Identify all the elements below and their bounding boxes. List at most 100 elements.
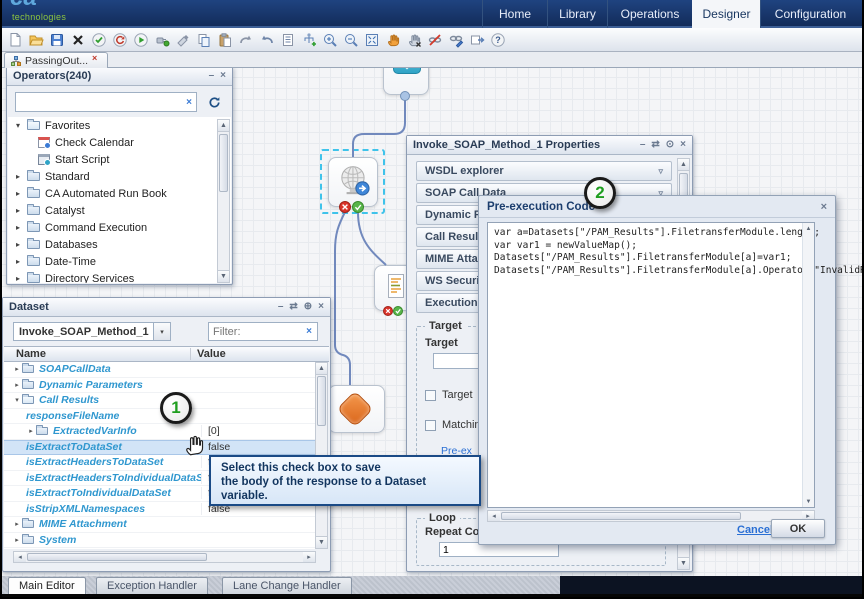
- expand-icon[interactable]: ▸: [16, 189, 27, 198]
- collapse-icon[interactable]: ▾: [12, 396, 22, 404]
- export-button[interactable]: [466, 29, 487, 50]
- scroll-left-icon[interactable]: ◂: [488, 511, 500, 521]
- zoom-in-button[interactable]: [319, 29, 340, 50]
- scroll-right-icon[interactable]: ▸: [303, 552, 315, 562]
- close-dialog-icon[interactable]: ×: [821, 201, 827, 213]
- scroll-down-icon[interactable]: ▼: [678, 557, 689, 569]
- tree-item-directory-services[interactable]: ▸Directory Services: [8, 270, 231, 283]
- scroll-down-icon[interactable]: ▼: [316, 536, 327, 548]
- expand-icon[interactable]: ▸: [12, 536, 22, 544]
- scroll-down-icon[interactable]: ▼: [803, 496, 814, 507]
- expand-icon[interactable]: ▸: [16, 172, 27, 181]
- pin-icon[interactable]: ⊙: [666, 140, 674, 150]
- column-header-value[interactable]: Value: [190, 348, 226, 360]
- expand-icon[interactable]: ▸: [12, 381, 22, 389]
- paste-button[interactable]: [214, 29, 235, 50]
- nav-tab-designer[interactable]: Designer: [692, 0, 760, 28]
- tab-exception-handler[interactable]: Exception Handler: [96, 577, 208, 594]
- scroll-up-icon[interactable]: ▲: [678, 159, 689, 171]
- dataset-horizontal-scrollbar[interactable]: ◂ ▸: [13, 551, 316, 563]
- connect-button[interactable]: [151, 29, 172, 50]
- operators-search-input[interactable]: [16, 94, 182, 110]
- cancel-link[interactable]: Cancel: [737, 524, 773, 536]
- scroll-up-icon[interactable]: ▲: [316, 363, 327, 375]
- expand-icon[interactable]: ▸: [26, 427, 36, 435]
- minimize-icon[interactable]: –: [640, 140, 646, 150]
- expand-icon[interactable]: ▸: [16, 240, 27, 249]
- section-wsdl-explorer[interactable]: WSDL explorer▿: [416, 161, 672, 181]
- operators-scrollbar[interactable]: ▲ ▼: [217, 119, 230, 283]
- operator-node[interactable]: [328, 385, 385, 433]
- dialog-title-bar[interactable]: Pre-execution Code ×: [479, 196, 835, 218]
- clear-filter-icon[interactable]: ×: [301, 326, 317, 337]
- start-node[interactable]: [383, 66, 429, 95]
- expand-icon[interactable]: ▸: [12, 365, 22, 373]
- nav-tab-operations[interactable]: Operations: [607, 0, 692, 28]
- dataset-row-dynamic-parameters[interactable]: ▸Dynamic Parameters: [4, 378, 316, 394]
- disable-connector-button[interactable]: [424, 29, 445, 50]
- open-button[interactable]: [25, 29, 46, 50]
- scroll-left-icon[interactable]: ◂: [14, 552, 26, 562]
- dataset-row-mime-attachment[interactable]: ▸MIME Attachment: [4, 517, 316, 533]
- scroll-up-icon[interactable]: ▲: [218, 120, 229, 132]
- nav-tab-library[interactable]: Library: [547, 0, 607, 28]
- undock-icon[interactable]: ⇄: [651, 140, 659, 150]
- refresh-button[interactable]: [203, 92, 225, 112]
- dataset-row-soapcalldata[interactable]: ▸SOAPCallData: [4, 362, 316, 378]
- run-button[interactable]: [130, 29, 151, 50]
- tree-item-favorites[interactable]: ▾Favorites: [8, 117, 231, 134]
- dataset-row-extractedvarinfo[interactable]: ▸ExtractedVarInfo[0]: [4, 424, 316, 440]
- select-button[interactable]: [403, 29, 424, 50]
- help-button[interactable]: ?: [487, 29, 508, 50]
- nav-tab-home[interactable]: Home: [482, 0, 547, 28]
- code-text[interactable]: var a=Datasets["/PAM_Results"].Filetrans…: [488, 223, 814, 281]
- expand-icon[interactable]: ▸: [16, 257, 27, 266]
- expand-icon[interactable]: ▸: [16, 274, 27, 283]
- filter-input[interactable]: [209, 326, 301, 338]
- ok-button[interactable]: OK: [771, 519, 825, 538]
- notes-button[interactable]: [277, 29, 298, 50]
- redo-button[interactable]: [235, 29, 256, 50]
- document-tab-passingout[interactable]: PassingOut... ×: [4, 52, 108, 68]
- target-checkbox[interactable]: [425, 390, 436, 401]
- delete-button[interactable]: [67, 29, 88, 50]
- expand-icon[interactable]: ▸: [16, 206, 27, 215]
- check-out-button[interactable]: [109, 29, 130, 50]
- scroll-up-icon[interactable]: ▲: [803, 223, 814, 234]
- matching-checkbox[interactable]: [425, 420, 436, 431]
- new-document-button[interactable]: [4, 29, 25, 50]
- close-icon[interactable]: ×: [318, 302, 324, 312]
- tree-item-databases[interactable]: ▸Databases: [8, 236, 231, 253]
- copy-button[interactable]: [193, 29, 214, 50]
- close-tab-icon[interactable]: ×: [92, 53, 97, 63]
- undo-button[interactable]: [256, 29, 277, 50]
- minimize-icon[interactable]: –: [209, 71, 215, 81]
- close-icon[interactable]: ×: [220, 71, 226, 81]
- tree-item-catalyst[interactable]: ▸Catalyst: [8, 202, 231, 219]
- expand-icon[interactable]: ▾: [16, 121, 27, 130]
- expand-icon[interactable]: ▸: [16, 223, 27, 232]
- code-editor-horizontal-scrollbar[interactable]: ◂ ▸: [487, 510, 815, 522]
- tree-item-standard[interactable]: ▸Standard: [8, 168, 231, 185]
- fit-to-screen-button[interactable]: [361, 29, 382, 50]
- tab-lane-change-handler[interactable]: Lane Change Handler: [222, 577, 352, 594]
- dataset-row-system[interactable]: ▸System: [4, 533, 316, 549]
- dataset-row-isextracttodataset[interactable]: isExtractToDataSetfalse: [4, 440, 316, 456]
- code-editor[interactable]: var a=Datasets["/PAM_Results"].Filetrans…: [487, 222, 815, 508]
- edit-connector-button[interactable]: [445, 29, 466, 50]
- close-icon[interactable]: ×: [680, 140, 686, 150]
- pan-button[interactable]: [382, 29, 403, 50]
- clear-search-icon[interactable]: ×: [182, 97, 196, 108]
- tree-item-date-time[interactable]: ▸Date-Time: [8, 253, 231, 270]
- code-editor-scrollbar[interactable]: ▲ ▼: [802, 223, 814, 507]
- expand-icon[interactable]: ▸: [12, 520, 22, 528]
- tree-item-command-execution[interactable]: ▸Command Execution: [8, 219, 231, 236]
- tree-item-check-calendar[interactable]: Check Calendar: [8, 134, 231, 151]
- dropdown-arrow-icon[interactable]: ▾: [153, 323, 170, 340]
- undock-icon[interactable]: ⇄: [289, 302, 297, 312]
- debug-button[interactable]: [172, 29, 193, 50]
- minimize-icon[interactable]: –: [278, 302, 284, 312]
- tree-item-ca-automated-run-book[interactable]: ▸CA Automated Run Book: [8, 185, 231, 202]
- pin-icon[interactable]: ⊕: [304, 302, 312, 312]
- tab-main-editor[interactable]: Main Editor: [8, 577, 86, 594]
